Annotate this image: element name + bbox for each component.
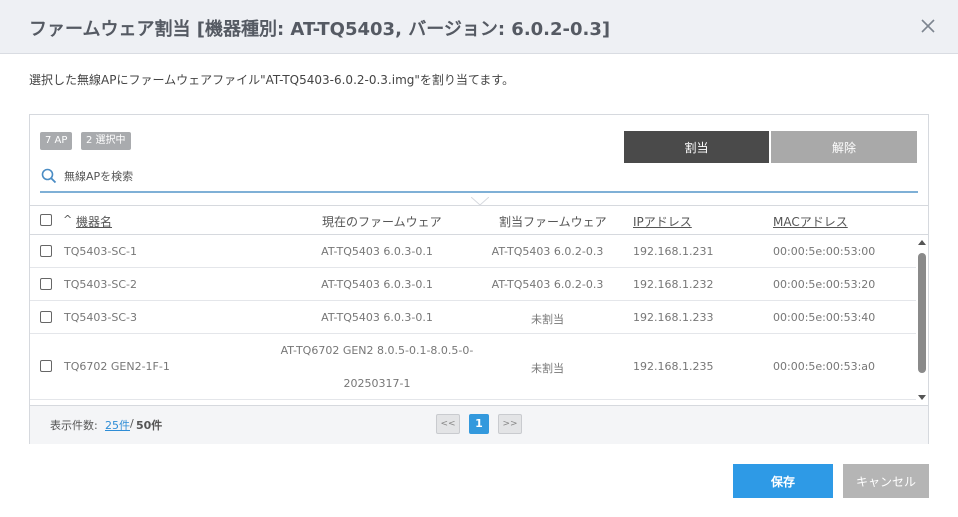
save-button[interactable]: 保存 [733, 464, 833, 498]
cancel-button[interactable]: キャンセル [843, 464, 929, 498]
total-count: 50件 [136, 419, 163, 432]
table-footer: 表示件数: 25件 / 50件 << 1 >> [30, 405, 928, 444]
row-checkbox[interactable] [40, 278, 52, 290]
per-page-select[interactable]: 25件 [105, 417, 130, 433]
dialog-header: ファームウェア割当 [機器種別: AT-TQ5403, バージョン: 6.0.2… [0, 0, 958, 54]
cell-current-fw-line2: 20250317-1 [343, 377, 411, 390]
cell-current-fw: AT-TQ5403 6.0.3-0.1 [321, 278, 433, 291]
release-button[interactable]: 解除 [771, 131, 917, 163]
sort-asc-icon[interactable]: ^ [63, 213, 72, 226]
column-header-assigned-fw: 割当ファームウェア [499, 215, 607, 229]
table-row[interactable]: TQ5403-SC-3 AT-TQ5403 6.0.3-0.1 未割当 192.… [30, 301, 916, 334]
ap-count-badge: 7 AP [40, 132, 73, 150]
search-icon [41, 168, 57, 184]
scroll-thumb[interactable] [918, 253, 926, 373]
table-scrollbar[interactable] [916, 237, 928, 405]
row-checkbox[interactable] [40, 245, 52, 257]
column-header-name[interactable]: 機器名 [76, 213, 112, 230]
cell-mac: 00:00:5e:00:53:a0 [773, 360, 876, 373]
search-bar [40, 165, 918, 193]
selected-count-badge: 2 選択中 [81, 132, 131, 150]
dialog-description: 選択した無線APにファームウェアファイル"AT-TQ5403-6.0.2-0.3… [29, 73, 515, 87]
cell-ip: 192.168.1.233 [633, 311, 714, 324]
cell-assigned-fw: AT-TQ5403 6.0.2-0.3 [491, 278, 604, 291]
cell-ip: 192.168.1.232 [633, 278, 714, 291]
next-page-button[interactable]: >> [498, 414, 522, 434]
cell-mac: 00:00:5e:00:53:20 [773, 278, 876, 291]
cell-name: TQ6702 GEN2-1F-1 [64, 360, 170, 373]
search-input[interactable] [64, 167, 884, 185]
dialog-title: ファームウェア割当 [機器種別: AT-TQ5403, バージョン: 6.0.2… [29, 19, 611, 40]
cell-ip: 192.168.1.235 [633, 360, 714, 373]
pagination-separator: / [130, 417, 134, 430]
cell-name: TQ5403-SC-1 [64, 245, 137, 258]
cell-ip: 192.168.1.231 [633, 245, 714, 258]
row-checkbox[interactable] [40, 311, 52, 323]
per-page-label: 表示件数: [50, 419, 98, 432]
cell-name: TQ5403-SC-3 [64, 311, 137, 324]
cell-current-fw: AT-TQ5403 6.0.3-0.1 [321, 311, 433, 324]
table-row[interactable]: TQ5403-SC-2 AT-TQ5403 6.0.3-0.1 AT-TQ540… [30, 268, 916, 301]
table-row[interactable]: TQ6702 GEN2-1F-1 AT-TQ6702 GEN2 8.0.5-0.… [30, 334, 916, 400]
column-header-ip[interactable]: IPアドレス [633, 213, 692, 230]
scroll-up-arrow-icon[interactable] [918, 240, 926, 245]
cell-name: TQ5403-SC-2 [64, 278, 137, 291]
column-header-mac[interactable]: MACアドレス [773, 213, 848, 230]
cell-assigned-fw: AT-TQ5403 6.0.2-0.3 [491, 245, 604, 258]
table-header: ^ 機器名 現在のファームウェア 割当ファームウェア IPアドレス MACアドレ… [30, 205, 928, 235]
table-row[interactable]: TQ5403-SC-1 AT-TQ5403 6.0.3-0.1 AT-TQ540… [30, 235, 916, 268]
cell-mac: 00:00:5e:00:53:00 [773, 245, 876, 258]
cell-mac: 00:00:5e:00:53:40 [773, 311, 876, 324]
cell-current-fw: AT-TQ5403 6.0.3-0.1 [321, 245, 433, 258]
select-all-checkbox[interactable] [40, 214, 52, 226]
close-icon[interactable] [920, 18, 936, 34]
scroll-down-arrow-icon[interactable] [918, 395, 926, 400]
cell-assigned-fw: 未割当 [531, 362, 564, 375]
column-header-current-fw: 現在のファームウェア [322, 215, 442, 229]
assign-button[interactable]: 割当 [624, 131, 769, 163]
row-checkbox[interactable] [40, 360, 52, 372]
prev-page-button[interactable]: << [436, 414, 460, 434]
cell-current-fw-line1: AT-TQ6702 GEN2 8.0.5-0.1-8.0.5-0- [280, 344, 474, 357]
page-1-button[interactable]: 1 [469, 414, 489, 434]
ap-selection-panel: 7 AP 2 選択中 割当 解除 ^ 機器名 現在のファームウェア 割当ファーム… [29, 114, 929, 444]
cell-assigned-fw: 未割当 [531, 313, 564, 326]
